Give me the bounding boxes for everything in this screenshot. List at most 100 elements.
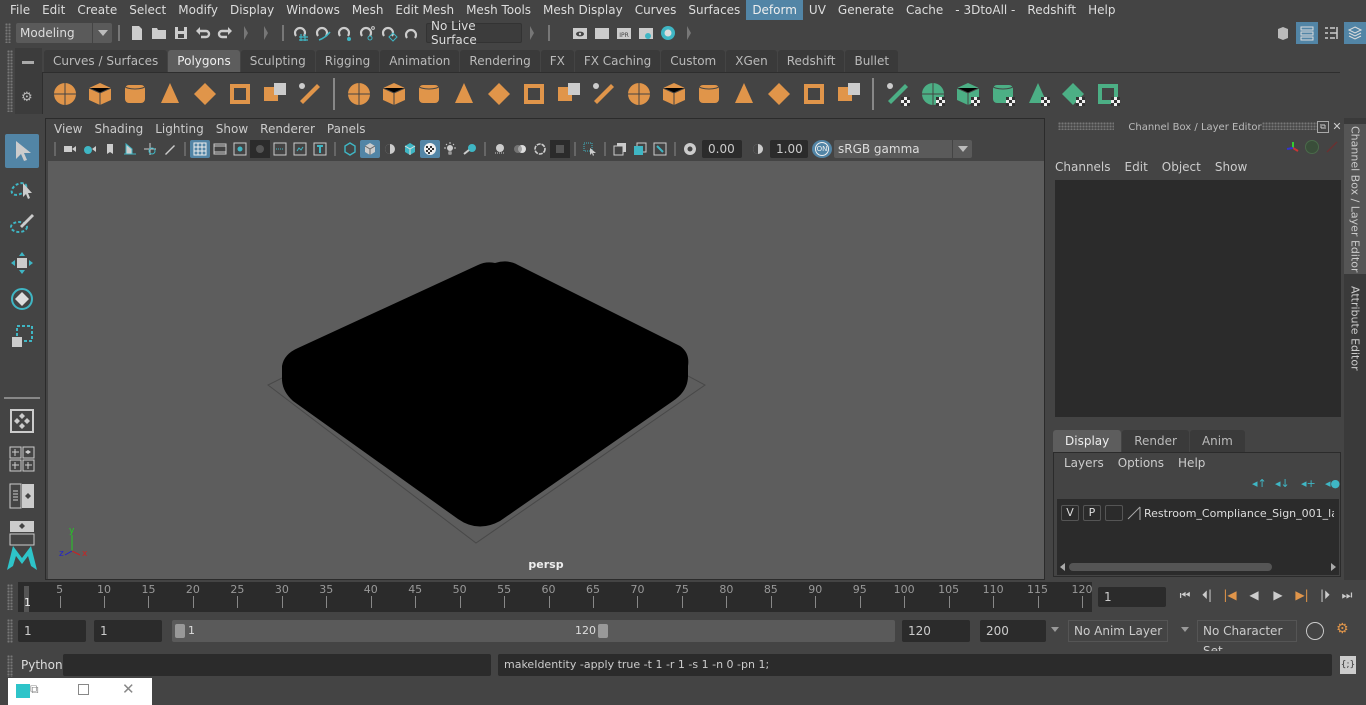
shelf-tab-sculpting[interactable]: Sculpting bbox=[240, 50, 315, 72]
select-camera-icon[interactable] bbox=[60, 140, 80, 158]
move-layer-up-icon[interactable]: ◂↑ bbox=[1252, 477, 1268, 490]
spherical-uv-icon[interactable] bbox=[950, 76, 985, 111]
playback-end-field[interactable]: 120 bbox=[902, 620, 970, 642]
manipulator-icon[interactable] bbox=[1285, 140, 1301, 156]
offset-edge-loop-icon[interactable] bbox=[726, 76, 761, 111]
menu-deform[interactable]: Deform bbox=[746, 0, 803, 20]
bridge-icon[interactable] bbox=[621, 76, 656, 111]
poly-cylinder-icon[interactable] bbox=[117, 76, 152, 111]
channel-list[interactable] bbox=[1055, 180, 1341, 417]
target-weld-icon[interactable] bbox=[831, 76, 866, 111]
film-gate-icon[interactable] bbox=[210, 140, 230, 158]
multi-cut-icon[interactable] bbox=[551, 76, 586, 111]
grease-pencil-icon[interactable] bbox=[160, 140, 180, 158]
layer-tab-render[interactable]: Render bbox=[1122, 430, 1189, 452]
collapse-arrow[interactable] bbox=[530, 26, 534, 40]
unfold-uv-icon[interactable] bbox=[1090, 76, 1125, 111]
depth-of-field-icon[interactable] bbox=[550, 140, 570, 158]
cylindrical-uv-icon[interactable] bbox=[915, 76, 950, 111]
separate-icon[interactable] bbox=[376, 76, 411, 111]
range-start-handle[interactable] bbox=[175, 624, 185, 638]
new-layer-from-selected-icon[interactable]: ◂● bbox=[1325, 477, 1341, 490]
range-bar[interactable]: 1 120 bbox=[172, 620, 895, 642]
close-icon[interactable]: ✕ bbox=[122, 680, 135, 698]
channel-menu-channels[interactable]: Channels bbox=[1055, 160, 1111, 174]
shelf-grip[interactable] bbox=[7, 50, 13, 112]
scale-tool-icon[interactable] bbox=[5, 319, 39, 353]
viewport-menu-shading[interactable]: Shading bbox=[88, 122, 149, 136]
scrollbar-thumb[interactable] bbox=[1069, 563, 1272, 571]
menu-cache[interactable]: Cache bbox=[900, 0, 949, 20]
motion-blur-icon[interactable] bbox=[510, 140, 530, 158]
menu-mesh-display[interactable]: Mesh Display bbox=[537, 0, 629, 20]
poly-torus-icon[interactable] bbox=[222, 76, 257, 111]
shelf-tab-curves-surfaces[interactable]: Curves / Surfaces bbox=[44, 50, 168, 72]
layer-display-type-toggle[interactable] bbox=[1105, 505, 1123, 521]
two-pane-layout-icon[interactable] bbox=[5, 479, 39, 513]
menu-file[interactable]: File bbox=[4, 0, 36, 20]
extract-icon[interactable] bbox=[481, 76, 516, 111]
ipr-render-icon[interactable]: IPR bbox=[614, 23, 634, 43]
snap-curve-icon[interactable] bbox=[313, 23, 333, 43]
float-panel-icon[interactable]: ⧉ bbox=[1317, 121, 1329, 133]
contour-stretch-uv-icon[interactable] bbox=[1020, 76, 1055, 111]
collapse-arrow[interactable] bbox=[264, 26, 268, 40]
shelf-tab-fx[interactable]: FX bbox=[540, 50, 574, 72]
shelf-tab-fx-caching[interactable]: FX Caching bbox=[574, 50, 661, 72]
render-settings-icon[interactable] bbox=[636, 23, 656, 43]
tab-attribute-editor[interactable]: Attribute Editor bbox=[1344, 278, 1366, 378]
menu-modify[interactable]: Modify bbox=[172, 0, 224, 20]
hyperbolic-icon[interactable] bbox=[1325, 140, 1339, 154]
camera-attributes-icon[interactable] bbox=[80, 140, 100, 158]
sculpt-icon[interactable] bbox=[516, 76, 551, 111]
shelf-tab-rendering[interactable]: Rendering bbox=[460, 50, 540, 72]
layer-menu-layers[interactable]: Layers bbox=[1064, 456, 1104, 470]
menu-mesh[interactable]: Mesh bbox=[346, 0, 390, 20]
open-scene-icon[interactable] bbox=[149, 23, 169, 43]
range-grip[interactable] bbox=[7, 619, 13, 643]
gamma-icon[interactable] bbox=[748, 140, 768, 158]
viewport-menu-view[interactable]: View bbox=[48, 122, 88, 136]
restore-icon[interactable]: ⧉ bbox=[30, 682, 39, 697]
snap-view-plane-icon[interactable] bbox=[357, 23, 377, 43]
shelf-tab-polygons[interactable]: Polygons bbox=[168, 50, 240, 72]
animation-end-field[interactable]: 200 bbox=[980, 620, 1046, 642]
menu-edit-mesh[interactable]: Edit Mesh bbox=[389, 0, 460, 20]
menu-windows[interactable]: Windows bbox=[280, 0, 346, 20]
planar-uv-icon[interactable] bbox=[880, 76, 915, 111]
scroll-left-icon[interactable] bbox=[1060, 563, 1065, 571]
mirror-icon[interactable] bbox=[411, 76, 446, 111]
character-set-selector[interactable]: No Character Set bbox=[1197, 620, 1297, 658]
layer-list-scrollbar[interactable] bbox=[1057, 561, 1339, 573]
shadows-icon[interactable] bbox=[460, 140, 480, 158]
bevel-icon[interactable] bbox=[656, 76, 691, 111]
poly-pyramid-icon[interactable] bbox=[257, 76, 292, 111]
viewport-menu-lighting[interactable]: Lighting bbox=[149, 122, 210, 136]
script-editor-icon[interactable]: {;} bbox=[1340, 656, 1356, 674]
render-view-icon[interactable] bbox=[570, 23, 590, 43]
xray-joints-icon[interactable] bbox=[650, 140, 670, 158]
xray-active-components-icon[interactable] bbox=[630, 140, 650, 158]
wireframe-icon[interactable] bbox=[340, 140, 360, 158]
rotate-tool-icon[interactable] bbox=[5, 282, 39, 316]
menu-edit[interactable]: Edit bbox=[36, 0, 71, 20]
exposure-icon[interactable] bbox=[680, 140, 700, 158]
isolate-select-icon[interactable] bbox=[580, 140, 600, 158]
shelf-tab-redshift[interactable]: Redshift bbox=[777, 50, 845, 72]
2d-pan-zoom-icon[interactable] bbox=[140, 140, 160, 158]
append-polygon-icon[interactable] bbox=[796, 76, 831, 111]
insert-edge-loop-icon[interactable] bbox=[691, 76, 726, 111]
new-scene-icon[interactable] bbox=[127, 23, 147, 43]
timeline-grip[interactable] bbox=[7, 584, 13, 610]
field-chart-icon[interactable] bbox=[270, 140, 290, 158]
scroll-right-icon[interactable] bbox=[1331, 563, 1336, 571]
undo-icon[interactable] bbox=[193, 23, 213, 43]
safe-title-icon[interactable] bbox=[310, 140, 330, 158]
speed-icon[interactable] bbox=[1305, 140, 1319, 154]
channel-box-icon[interactable] bbox=[1344, 22, 1366, 44]
play-forwards-icon[interactable]: ▶ bbox=[1266, 588, 1290, 603]
layer-row[interactable]: V P Restroom_Compliance_Sign_001_layer bbox=[1057, 503, 1339, 523]
smooth-shade-icon[interactable] bbox=[360, 140, 380, 158]
live-surface-field[interactable]: No Live Surface bbox=[426, 19, 522, 47]
menu-generate[interactable]: Generate bbox=[832, 0, 900, 20]
